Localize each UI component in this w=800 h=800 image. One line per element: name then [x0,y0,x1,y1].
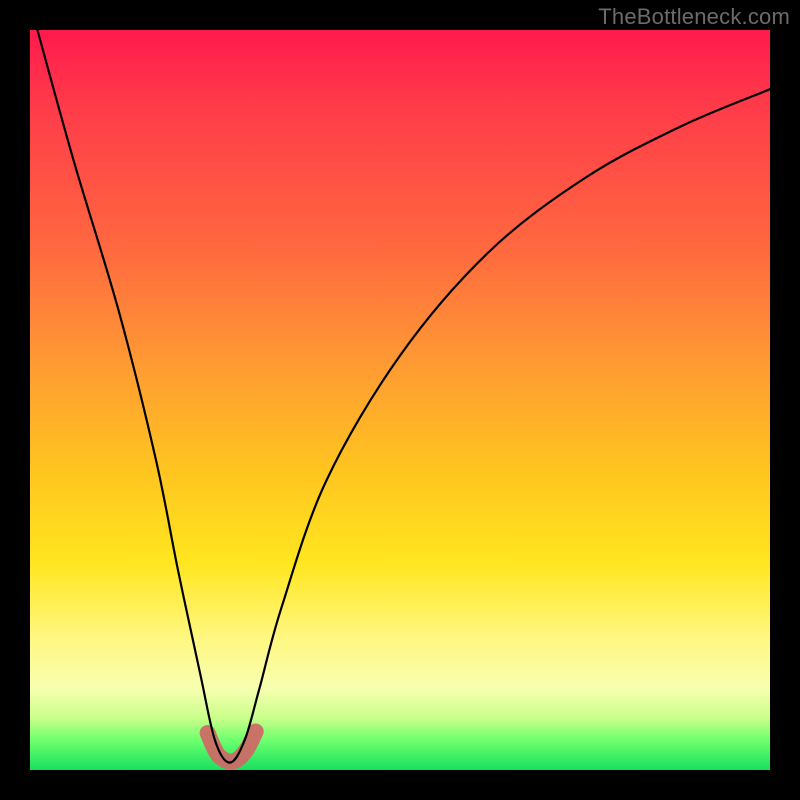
outer-frame: TheBottleneck.com [0,0,800,800]
bottleneck-curve [37,30,770,763]
chart-svg [30,30,770,770]
plot-area [30,30,770,770]
watermark-text: TheBottleneck.com [598,4,790,30]
